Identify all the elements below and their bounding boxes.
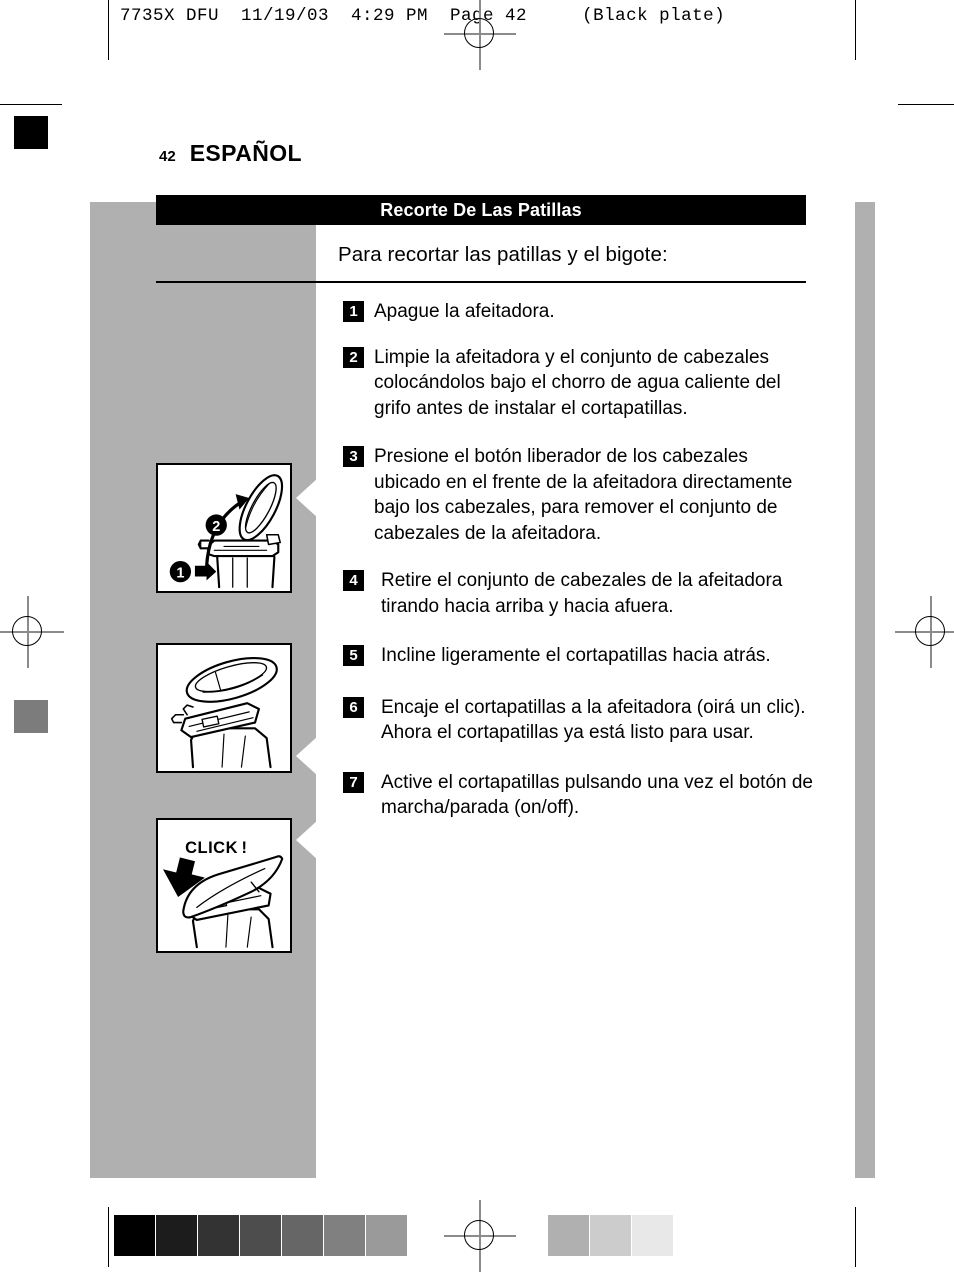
language-title: ESPAÑOL: [189, 140, 302, 166]
grayscale-swatch: [548, 1215, 589, 1256]
svg-text:!: !: [241, 839, 247, 857]
section-title-text: Recorte De Las Patillas: [380, 199, 582, 220]
grayscale-swatch: [198, 1215, 239, 1256]
figure-release-heads: 2 1: [156, 463, 292, 593]
section-divider-rule: [156, 281, 806, 283]
instruction-steps-list: 1 Apague la afeitadora. 2 Limpie la afei…: [343, 299, 813, 838]
grayscale-swatch: [632, 1215, 673, 1256]
figure-release-heads-illustration: 2 1: [169, 474, 284, 589]
trim-rule-right: [898, 104, 954, 105]
step-text: Retire el conjunto de cabezales de la af…: [381, 570, 783, 617]
svg-text:2: 2: [212, 519, 220, 535]
step-number-badge: 3: [343, 446, 364, 467]
strip-left-rule: [108, 1207, 109, 1267]
list-item: 6 Encaje el cortapatillas a la afeitador…: [343, 695, 813, 746]
registration-ring: [464, 18, 494, 48]
list-item: 2 Limpie la afeitadora y el conjunto de …: [343, 345, 813, 422]
trim-rule-left: [0, 104, 62, 105]
prepress-slug-line: 7735X DFU 11/19/03 4:29 PM Page 42 (Blac…: [120, 6, 726, 26]
grayscale-swatch: [590, 1215, 631, 1256]
grayscale-swatch: [324, 1215, 365, 1256]
grayscale-swatch: [114, 1215, 155, 1256]
step-number-badge: 4: [343, 570, 364, 591]
page-number: 42: [159, 148, 176, 165]
figure-remove-head-assembly: [156, 643, 292, 773]
crop-mark-bottom-right: [855, 1207, 856, 1267]
list-item: 7 Active el cortapatillas pulsando una v…: [343, 770, 813, 821]
step-number-badge: 2: [343, 346, 364, 368]
page-header: 42 ESPAÑOL: [159, 140, 302, 167]
grayscale-swatch: [282, 1215, 323, 1256]
section-subtitle: Para recortar las patillas y el bigote:: [338, 243, 668, 266]
grayscale-swatch: [366, 1215, 407, 1256]
list-item: 5 Incline ligeramente el cortapatillas h…: [343, 643, 813, 669]
step-number-badge: 1: [343, 301, 364, 322]
svg-text:1: 1: [176, 565, 184, 581]
step-text: Apague la afeitadora.: [374, 301, 555, 322]
corner-swatch-black: [14, 116, 48, 149]
step-text: Incline ligeramente el cortapatillas hac…: [381, 645, 771, 666]
crop-mark-top-right: [855, 0, 856, 60]
list-item: 1 Apague la afeitadora.: [343, 299, 813, 325]
crop-mark-top-left: [108, 0, 109, 60]
figure-click-trimmer: CLICK !: [156, 818, 292, 953]
step-number-badge: 6: [343, 696, 364, 718]
corner-swatch-gray: [14, 700, 48, 733]
section-title-bar: Recorte De Las Patillas: [156, 195, 806, 225]
list-item: 4 Retire el conjunto de cabezales de la …: [343, 568, 813, 619]
step-text: Active el cortapatillas pulsando una vez…: [381, 771, 813, 819]
grayscale-swatch: [240, 1215, 281, 1256]
figure-remove-head-illustration: [170, 656, 278, 769]
step-number-badge: 5: [343, 645, 364, 666]
registration-target-icon-bottom: [440, 1196, 520, 1276]
registration-target-icon-right: [891, 592, 954, 672]
registration-ring: [12, 616, 42, 646]
figure-click-illustration: CLICK !: [162, 839, 284, 949]
figure-click-label: CLICK: [185, 839, 238, 857]
registration-target-icon-left: [0, 592, 68, 672]
step-text: Presione el botón liberador de los cabez…: [374, 446, 793, 544]
step-text: Encaje el cortapatillas a la afeitadora …: [381, 696, 806, 744]
step-text: Limpie la afeitadora y el conjunto de ca…: [374, 346, 781, 419]
registration-ring: [915, 616, 945, 646]
grayscale-swatch: [156, 1215, 197, 1256]
list-item: 3 Presione el botón liberador de los cab…: [343, 444, 813, 546]
right-edge-gray-bar: [855, 202, 875, 1178]
registration-target-icon-top: [440, 0, 520, 74]
registration-ring: [464, 1220, 494, 1250]
step-number-badge: 7: [343, 771, 364, 793]
